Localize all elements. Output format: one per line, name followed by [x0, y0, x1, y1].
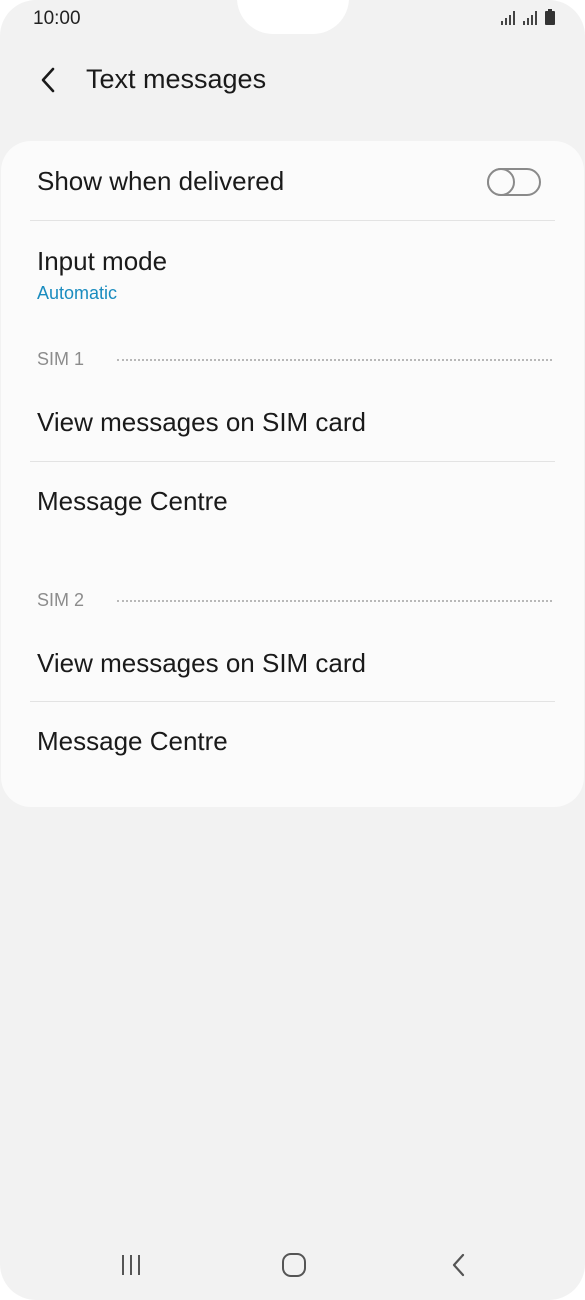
toggle-knob — [487, 168, 515, 196]
sim2-message-centre-label: Message Centre — [37, 726, 228, 756]
sim2-view-messages-row[interactable]: View messages on SIM card — [1, 624, 584, 701]
sim2-message-centre-row[interactable]: Message Centre — [1, 702, 584, 782]
sim2-section-header: SIM 2 — [37, 590, 557, 614]
app-bar: Text messages — [0, 52, 585, 108]
sim2-section-label: SIM 2 — [37, 590, 85, 610]
page-title: Text messages — [86, 64, 267, 94]
settings-card: Show when delivered Input mode Automatic… — [1, 141, 584, 807]
show-when-delivered-label: Show when delivered — [37, 166, 285, 196]
status-bar: 10:00 — [0, 0, 585, 38]
sim2-view-messages-label: View messages on SIM card — [37, 648, 366, 678]
section-divider-dots — [117, 600, 552, 602]
section-divider-dots — [117, 359, 552, 361]
back-icon — [452, 1253, 465, 1277]
phone-screen: 10:00 Text messages Show when delivered … — [0, 0, 585, 1300]
show-when-delivered-toggle[interactable] — [487, 168, 541, 196]
sim1-section-header: SIM 1 — [37, 349, 557, 373]
sim1-message-centre-label: Message Centre — [37, 486, 228, 516]
home-icon — [282, 1253, 306, 1277]
nav-back-button[interactable] — [428, 1230, 488, 1300]
sim1-message-centre-row[interactable]: Message Centre — [1, 462, 584, 542]
battery-icon — [545, 9, 555, 25]
status-icons — [501, 9, 555, 25]
recent-apps-button[interactable] — [101, 1230, 161, 1300]
show-when-delivered-row[interactable]: Show when delivered — [1, 141, 584, 220]
home-button[interactable] — [264, 1230, 324, 1300]
back-button[interactable] — [28, 58, 68, 102]
navigation-bar — [0, 1230, 585, 1300]
signal-sim2-icon — [523, 11, 537, 25]
status-time: 10:00 — [33, 8, 81, 29]
recent-apps-icon — [122, 1255, 140, 1275]
sim1-view-messages-label: View messages on SIM card — [37, 407, 366, 437]
input-mode-value: Automatic — [37, 283, 118, 303]
sim1-view-messages-row[interactable]: View messages on SIM card — [1, 383, 584, 461]
chevron-left-icon — [41, 67, 55, 93]
sim1-section-label: SIM 1 — [37, 349, 85, 369]
input-mode-label: Input mode — [37, 246, 168, 276]
signal-sim1-icon — [501, 11, 515, 25]
input-mode-row[interactable]: Input mode Automatic — [1, 221, 584, 311]
